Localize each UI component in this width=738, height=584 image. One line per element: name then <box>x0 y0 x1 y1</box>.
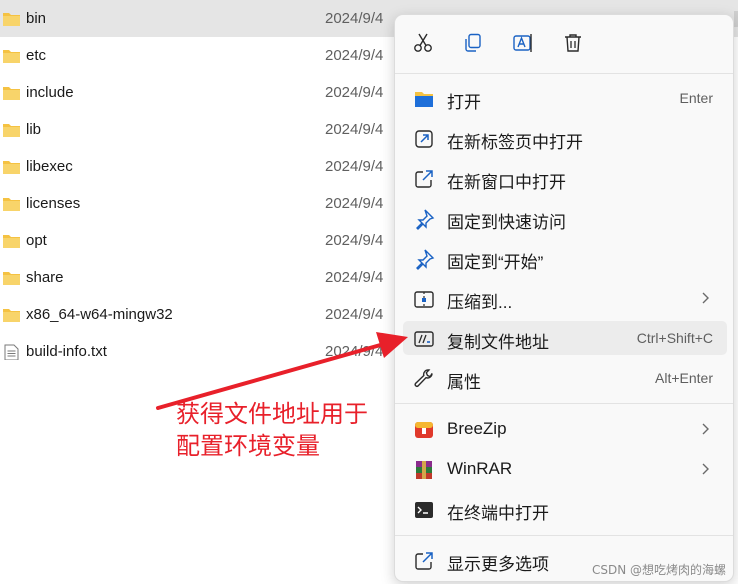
menu-separator <box>395 73 733 74</box>
file-name: include <box>26 84 74 101</box>
folder-icon <box>3 13 20 26</box>
rename-icon <box>513 34 532 52</box>
menu-item-shortcut: Enter <box>679 90 713 106</box>
menu-item-copy-path[interactable]: 复制文件地址 Ctrl+Shift+C <box>403 321 727 355</box>
menu-item-pin-start[interactable]: 固定到“开始” <box>403 241 727 275</box>
menu-item-label: 固定到“开始” <box>447 253 544 272</box>
terminal-icon <box>415 502 433 518</box>
menu-separator <box>395 403 733 404</box>
cut-button[interactable] <box>409 29 437 57</box>
file-name: bin <box>26 10 47 27</box>
folder-icon <box>3 124 20 137</box>
folder-icon <box>3 87 20 100</box>
file-date: 2024/9/4 <box>325 10 384 27</box>
menu-item-label: 固定到快速访问 <box>447 213 566 232</box>
file-date: 2024/9/4 <box>325 47 384 64</box>
menu-item-label: 在终端中打开 <box>447 504 549 523</box>
menu-item-open[interactable]: 打开 Enter <box>403 81 727 115</box>
more-options-icon <box>415 552 433 570</box>
cut-icon <box>414 33 432 52</box>
menu-item-label: 在新窗口中打开 <box>447 173 566 192</box>
rename-button[interactable] <box>509 29 537 57</box>
file-name: etc <box>26 47 47 64</box>
file-name: share <box>26 269 64 286</box>
file-name: opt <box>26 232 47 249</box>
chevron-right-icon <box>702 292 709 304</box>
copy-icon <box>465 33 481 52</box>
menu-item-label: 压缩到... <box>447 293 513 312</box>
file-date: 2024/9/4 <box>325 306 384 323</box>
watermark: CSDN @想吃烤肉的海螺 <box>591 563 726 577</box>
menu-item-shortcut: Alt+Enter <box>655 370 713 386</box>
menu-item-label: 显示更多选项 <box>447 555 549 574</box>
file-name: x86_64-w64-mingw32 <box>26 306 173 323</box>
file-date: 2024/9/4 <box>325 121 384 138</box>
file-date: 2024/9/4 <box>325 269 384 286</box>
file-name: build-info.txt <box>26 343 107 360</box>
new-window-icon <box>415 170 433 188</box>
file-name: libexec <box>26 158 73 175</box>
menu-item-compress-to[interactable]: 压缩到... <box>403 281 727 315</box>
winrar-icon <box>416 461 432 479</box>
folder-icon <box>3 272 20 285</box>
chevron-right-icon <box>702 423 709 435</box>
file-date: 2024/9/4 <box>325 232 384 249</box>
menu-item-label: 属性 <box>447 373 481 392</box>
menu-item-shortcut: Ctrl+Shift+C <box>636 330 713 346</box>
menu-item-label: BreeZip <box>447 419 507 438</box>
menu-item-properties[interactable]: 属性 Alt+Enter <box>403 361 727 395</box>
menu-item-label: 打开 <box>447 93 481 112</box>
open-folder-icon <box>415 92 433 107</box>
properties-icon <box>414 369 433 387</box>
menu-item-open-terminal[interactable]: 在终端中打开 <box>403 492 727 526</box>
folder-icon <box>3 50 20 63</box>
copy-path-icon <box>414 331 434 347</box>
folder-icon <box>3 309 20 322</box>
pin-start-icon <box>416 249 435 270</box>
folder-icon <box>3 198 20 211</box>
new-tab-icon <box>415 130 433 148</box>
chevron-right-icon <box>702 463 709 475</box>
file-name: lib <box>26 121 42 138</box>
annotation-line-2: 配置环境变量 <box>176 432 320 460</box>
annotation-line-1: 获得文件地址用于 <box>176 400 368 428</box>
quick-action-bar <box>395 15 733 73</box>
delete-icon <box>565 34 581 52</box>
file-date: 2024/9/4 <box>325 343 384 360</box>
file-date: 2024/9/4 <box>325 195 384 212</box>
menu-item-winrar[interactable]: WinRAR <box>403 452 727 486</box>
menu-item-open-new-tab[interactable]: 在新标签页中打开 <box>403 121 727 155</box>
menu-item-open-new-window[interactable]: 在新窗口中打开 <box>403 161 727 195</box>
menu-item-label: WinRAR <box>447 459 513 478</box>
annotation-text: 获得文件地址用于 配置环境变量 <box>176 398 396 462</box>
copy-button[interactable] <box>459 29 487 57</box>
right-column-edge <box>734 11 738 27</box>
breezip-icon <box>415 422 433 438</box>
menu-item-label: 在新标签页中打开 <box>447 133 583 152</box>
compress-icon <box>414 291 434 308</box>
file-name: licenses <box>26 195 81 212</box>
menu-item-breezip[interactable]: BreeZip <box>403 412 727 446</box>
menu-item-label: 复制文件地址 <box>447 333 549 352</box>
folder-icon <box>3 235 20 248</box>
file-date: 2024/9/4 <box>325 158 384 175</box>
folder-icon <box>3 161 20 174</box>
text-file-icon <box>4 344 19 360</box>
pin-icon <box>416 209 435 230</box>
menu-item-pin-quick-access[interactable]: 固定到快速访问 <box>403 201 727 235</box>
delete-button[interactable] <box>559 29 587 57</box>
file-date: 2024/9/4 <box>325 84 384 101</box>
menu-separator <box>395 535 733 536</box>
context-menu: 打开 Enter 在新标签页中打开 在新窗口中打开 固定到快速访问 固定到“开始… <box>394 14 734 582</box>
